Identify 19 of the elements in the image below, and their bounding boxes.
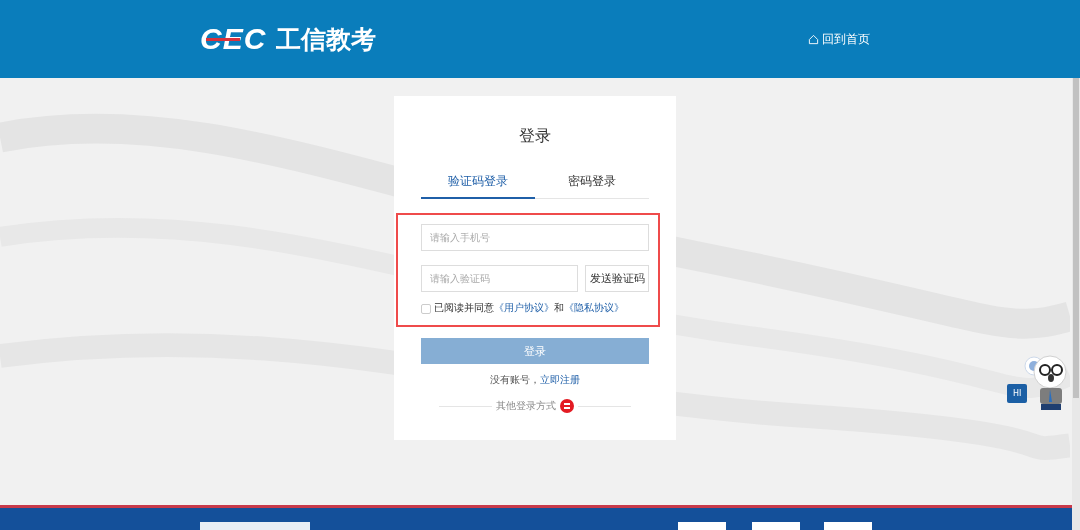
register-prompt: 没有账号，立即注册 [490,374,580,387]
agreement-checkbox[interactable] [421,303,431,314]
home-icon [808,33,819,45]
home-link[interactable]: 回到首页 [808,30,870,48]
privacy-agreement-link[interactable]: 《隐私协议》 [564,302,624,313]
register-link[interactable]: 立即注册 [540,374,580,385]
user-agreement-link[interactable]: 《用户协议》 [494,302,554,313]
logo-text: 工信教考 [276,23,377,56]
send-code-button[interactable]: 发送验证码 [585,265,649,292]
code-field[interactable]: 请输入验证码 [421,265,578,292]
scrollbar[interactable] [1072,78,1080,530]
login-title: 登录 [519,126,551,147]
login-tab[interactable]: 密码登录 [535,169,649,199]
seal-icon[interactable] [560,399,574,413]
phone-field[interactable]: 请输入手机号 [421,224,649,251]
other-methods-label: 其他登录方式 [496,399,556,413]
agreement-text: 已阅读并同意《用户协议》和《隐私协议》 [434,302,624,315]
login-tab[interactable]: 验证码登录 [421,169,535,199]
chat-bubble[interactable]: HI [1007,384,1028,403]
